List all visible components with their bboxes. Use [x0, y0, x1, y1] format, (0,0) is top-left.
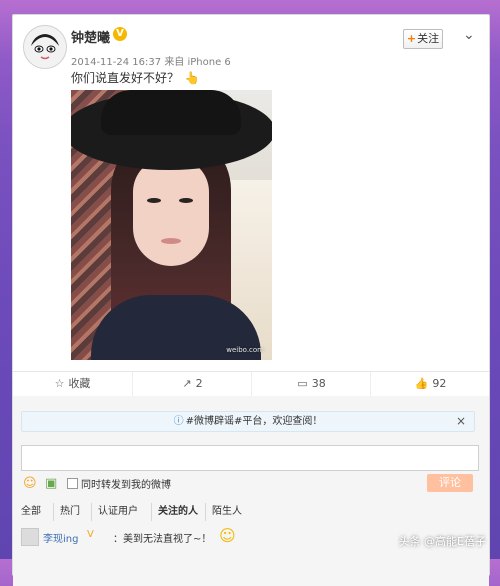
image-icon[interactable]: ▣	[45, 476, 57, 491]
favorite-button[interactable]: ☆ 收藏	[13, 372, 132, 396]
commenter-username[interactable]: 李现ing	[43, 530, 78, 545]
close-icon[interactable]: ×	[456, 412, 466, 431]
post-text: 你们说直发好不好？ 👆	[71, 69, 200, 86]
comment-text: ：美到无法直视了~！	[113, 534, 212, 545]
follow-button[interactable]: +关注	[403, 29, 443, 49]
smile-emoji-icon: ☺	[219, 526, 236, 545]
comment-area: ⓘ #微博辟谣#平台，欢迎查阅！ × ☺ ▣ 同时转发到我的微博 评论 全部 热门…	[13, 396, 489, 586]
like-button[interactable]: 👍 92	[370, 372, 490, 396]
source-watermark: 头条 @高能E蓓子	[398, 535, 486, 548]
verified-icon: V	[113, 27, 127, 41]
hand-emoji-icon: 👆	[184, 71, 200, 85]
photo-face	[133, 158, 209, 266]
post-username[interactable]: 钟楚曦	[71, 27, 110, 46]
comment-button[interactable]: ▭ 38	[251, 372, 371, 396]
plus-icon: +	[406, 32, 417, 45]
verified-badge-icon: V	[87, 529, 94, 540]
forward-count: 2	[195, 377, 203, 390]
forward-button[interactable]: ↗ 2	[132, 372, 252, 396]
comment-icon: ▭	[297, 377, 308, 390]
photo-hat-crown	[101, 90, 241, 135]
thumb-up-icon: 👍	[414, 377, 429, 390]
post-timestamp[interactable]: 2014-11-24 16:37	[71, 57, 161, 68]
weibo-post-card: 钟楚曦 V +关注 ⌄ 2014-11-24 16:37 来自 iPhone 6…	[12, 14, 490, 586]
notice-text: #微博辟谣#平台，欢迎查阅！	[185, 416, 323, 427]
chevron-down-icon[interactable]: ⌄	[463, 27, 475, 43]
photo-eye-right	[179, 198, 193, 203]
favorite-label: 收藏	[68, 377, 91, 390]
avatar-illustration-icon	[24, 26, 66, 68]
comment-filter-bar: 全部 热门 认证用户 关注的人 陌生人	[21, 503, 481, 521]
submit-comment-button[interactable]: 评论	[427, 474, 473, 492]
filter-verified[interactable]: 认证用户	[91, 503, 144, 521]
post-actions-bar: ☆ 收藏 ↗ 2 ▭ 38 👍 92	[13, 371, 489, 397]
post-photo[interactable]: weibo.com	[71, 90, 272, 360]
follow-label: 关注	[417, 32, 440, 45]
post-meta: 2014-11-24 16:37 来自 iPhone 6	[71, 53, 231, 68]
comment-count: 38	[311, 377, 326, 390]
info-icon: ⓘ	[173, 416, 184, 427]
filter-strangers[interactable]: 陌生人	[205, 503, 248, 521]
post-source[interactable]: 来自 iPhone 6	[164, 57, 230, 68]
avatar[interactable]	[23, 25, 67, 69]
commenter-avatar[interactable]	[21, 528, 39, 546]
emoji-icon[interactable]: ☺	[23, 476, 37, 491]
rumor-notice-banner: ⓘ #微博辟谣#平台，欢迎查阅！ ×	[21, 411, 475, 432]
comment-input[interactable]	[21, 445, 479, 471]
photo-watermark: weibo.com	[226, 346, 264, 354]
filter-all[interactable]: 全部	[21, 503, 47, 521]
photo-eye-left	[147, 198, 161, 203]
like-count: 92	[432, 377, 447, 390]
filter-hot[interactable]: 热门	[53, 503, 86, 521]
forward-icon: ↗	[182, 377, 192, 390]
post-text-content: 你们说直发好不好？	[71, 71, 180, 85]
filter-following[interactable]: 关注的人	[151, 503, 204, 521]
forward-checkbox-label[interactable]: 同时转发到我的微博	[81, 476, 171, 491]
star-icon: ☆	[54, 377, 65, 390]
photo-lips	[161, 238, 181, 244]
forward-checkbox[interactable]	[67, 478, 78, 489]
